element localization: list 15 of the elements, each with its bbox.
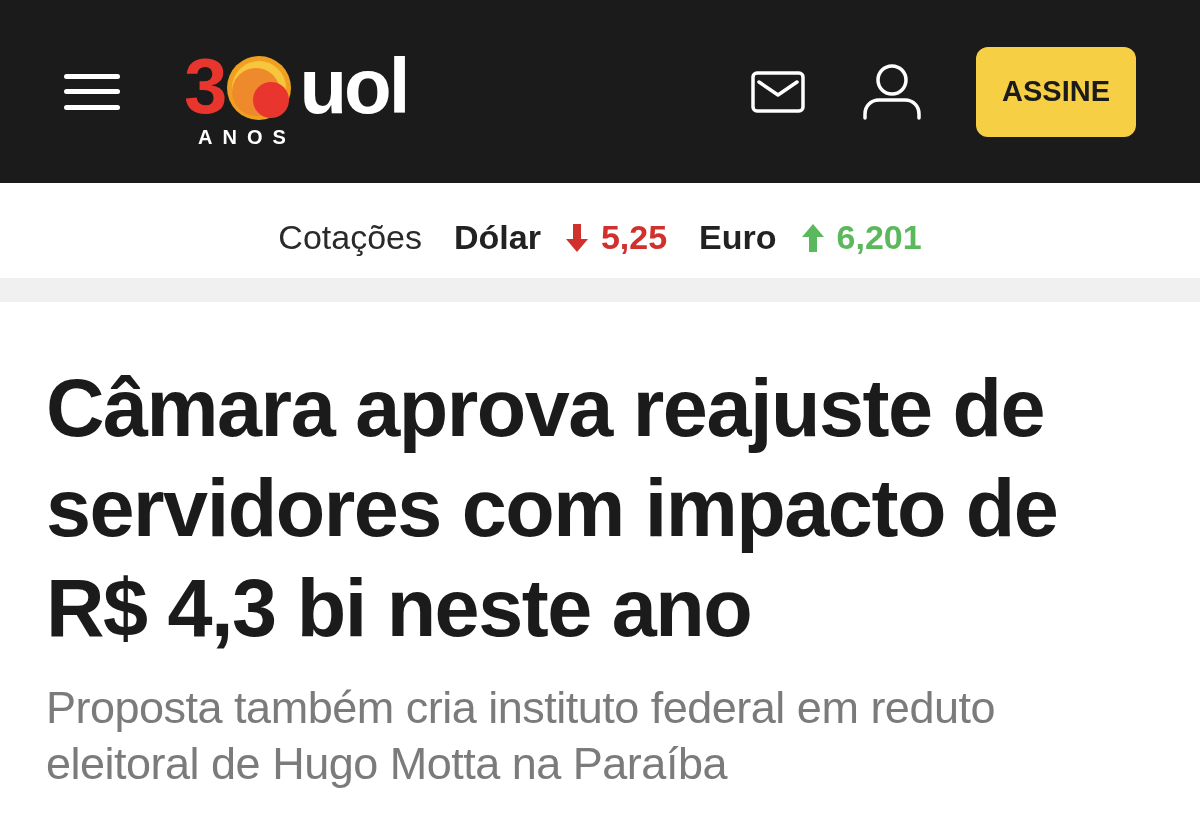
article-subtitle: Proposta também cria instituto federal em reduto eleitoral de Hugo Motta na Paraíba	[46, 681, 996, 791]
article-headline: Câmara aprova reajuste de servidores com impacto de R$ 4,3 bi neste ano	[46, 362, 1059, 655]
mail-icon[interactable]	[751, 70, 805, 113]
logo-brand: uol	[299, 49, 408, 122]
subscribe-button[interactable]: ASSINE	[976, 46, 1136, 137]
logo-number: 3	[184, 49, 228, 122]
circle-emblem-icon	[227, 55, 292, 120]
site-logo[interactable]: 3 uol ANOS	[184, 49, 408, 148]
user-icon[interactable]	[863, 63, 921, 120]
currency-rate: 6,201	[836, 217, 922, 258]
currency-name: Dólar	[454, 217, 541, 258]
logo-caption: ANOS	[198, 125, 296, 148]
currency-name: Euro	[699, 217, 777, 258]
quotes-label: Cotações	[278, 217, 422, 258]
currency-rate: 5,25	[600, 217, 668, 258]
